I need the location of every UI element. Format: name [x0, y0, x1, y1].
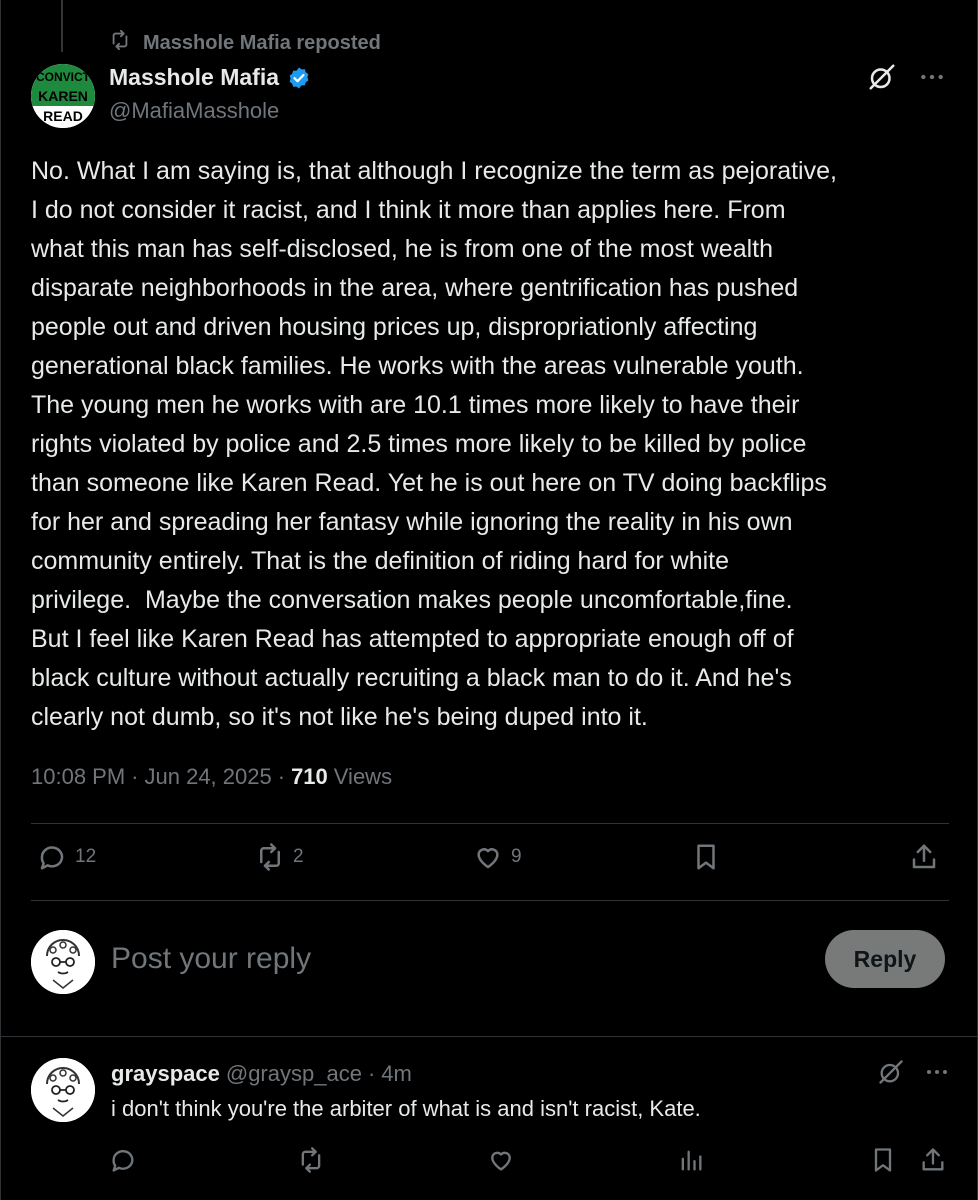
- author-handle[interactable]: @MafiaMasshole: [109, 98, 279, 124]
- post-text: No. What I am saying is, that although I…: [31, 157, 837, 731]
- thread-connector-line: [61, 0, 63, 52]
- bookmark-action[interactable]: [691, 842, 721, 872]
- share-icon: [909, 842, 939, 872]
- more-options-icon[interactable]: [919, 64, 945, 90]
- grok-icon[interactable]: [867, 62, 897, 92]
- verified-badge-icon[interactable]: [287, 66, 311, 90]
- author-display-name[interactable]: Masshole Mafia: [109, 64, 279, 91]
- reply-action[interactable]: 12: [37, 842, 96, 872]
- reply-time[interactable]: 4m: [381, 1061, 412, 1087]
- reply-text: i don't think you're the arbiter of what…: [111, 1096, 701, 1121]
- timeline-column: Masshole Mafia reposted CONVICT KAREN RE…: [0, 0, 978, 1200]
- post-time[interactable]: 10:08 PM: [31, 764, 125, 790]
- post-top-actions: [867, 62, 945, 92]
- author-name-row: Masshole Mafia: [109, 64, 311, 91]
- repost-indicator[interactable]: Masshole Mafia reposted: [109, 29, 381, 57]
- divider: [31, 900, 949, 901]
- divider: [31, 823, 949, 824]
- reply-icon[interactable]: [109, 1146, 137, 1174]
- reply-author-row: grayspace @graysp_ace · 4m: [111, 1061, 412, 1087]
- repost-icon: [109, 29, 131, 57]
- share-action[interactable]: [909, 842, 939, 872]
- reply-action-bar: [111, 1146, 949, 1176]
- reply-icon: [37, 842, 67, 872]
- reply-post[interactable]: grayspace @graysp_ace · 4m i don't think…: [31, 1058, 949, 1188]
- repost-icon: [255, 842, 285, 872]
- reply-author-avatar[interactable]: [31, 1058, 95, 1122]
- like-count: 9: [511, 846, 522, 867]
- user-avatar[interactable]: [31, 930, 95, 994]
- post-meta: 10:08 PM · Jun 24, 2025 · 710 Views: [31, 764, 392, 790]
- repost-count: 2: [293, 846, 304, 867]
- analytics-icon[interactable]: [677, 1146, 705, 1174]
- post-action-bar: 12 2 9: [31, 842, 949, 882]
- meta-separator: ·: [277, 764, 286, 789]
- reply-top-actions: [877, 1058, 949, 1091]
- meta-separator: ·: [131, 764, 139, 789]
- meta-separator: ·: [367, 1061, 376, 1086]
- reply-composer: Post your reply Reply: [31, 930, 949, 994]
- views-count: 710: [291, 764, 328, 789]
- share-icon[interactable]: [919, 1146, 947, 1174]
- bookmark-icon[interactable]: [869, 1146, 897, 1174]
- author-avatar[interactable]: CONVICT KAREN READ: [31, 64, 95, 128]
- views-label: Views: [333, 764, 393, 789]
- like-action[interactable]: 9: [473, 842, 522, 872]
- reply-input[interactable]: Post your reply: [111, 942, 311, 976]
- reply-author-name[interactable]: grayspace: [111, 1061, 220, 1087]
- avatar-text-line: CONVICT: [36, 70, 91, 84]
- bookmark-icon: [691, 842, 721, 872]
- repost-icon[interactable]: [297, 1146, 325, 1174]
- avatar-text-line: READ: [43, 108, 83, 124]
- heart-icon[interactable]: [487, 1146, 515, 1174]
- grok-icon[interactable]: [877, 1058, 905, 1091]
- repost-label: Masshole Mafia reposted: [143, 31, 381, 54]
- reply-author-handle[interactable]: @graysp_ace: [226, 1061, 362, 1087]
- repost-action[interactable]: 2: [255, 842, 304, 872]
- more-options-icon[interactable]: [925, 1060, 949, 1089]
- reply-button[interactable]: Reply: [825, 930, 945, 988]
- post-date[interactable]: Jun 24, 2025: [145, 764, 272, 790]
- reply-count: 12: [75, 846, 97, 867]
- divider: [1, 1036, 977, 1037]
- heart-icon: [473, 842, 503, 872]
- avatar-text-line: KAREN: [38, 88, 88, 104]
